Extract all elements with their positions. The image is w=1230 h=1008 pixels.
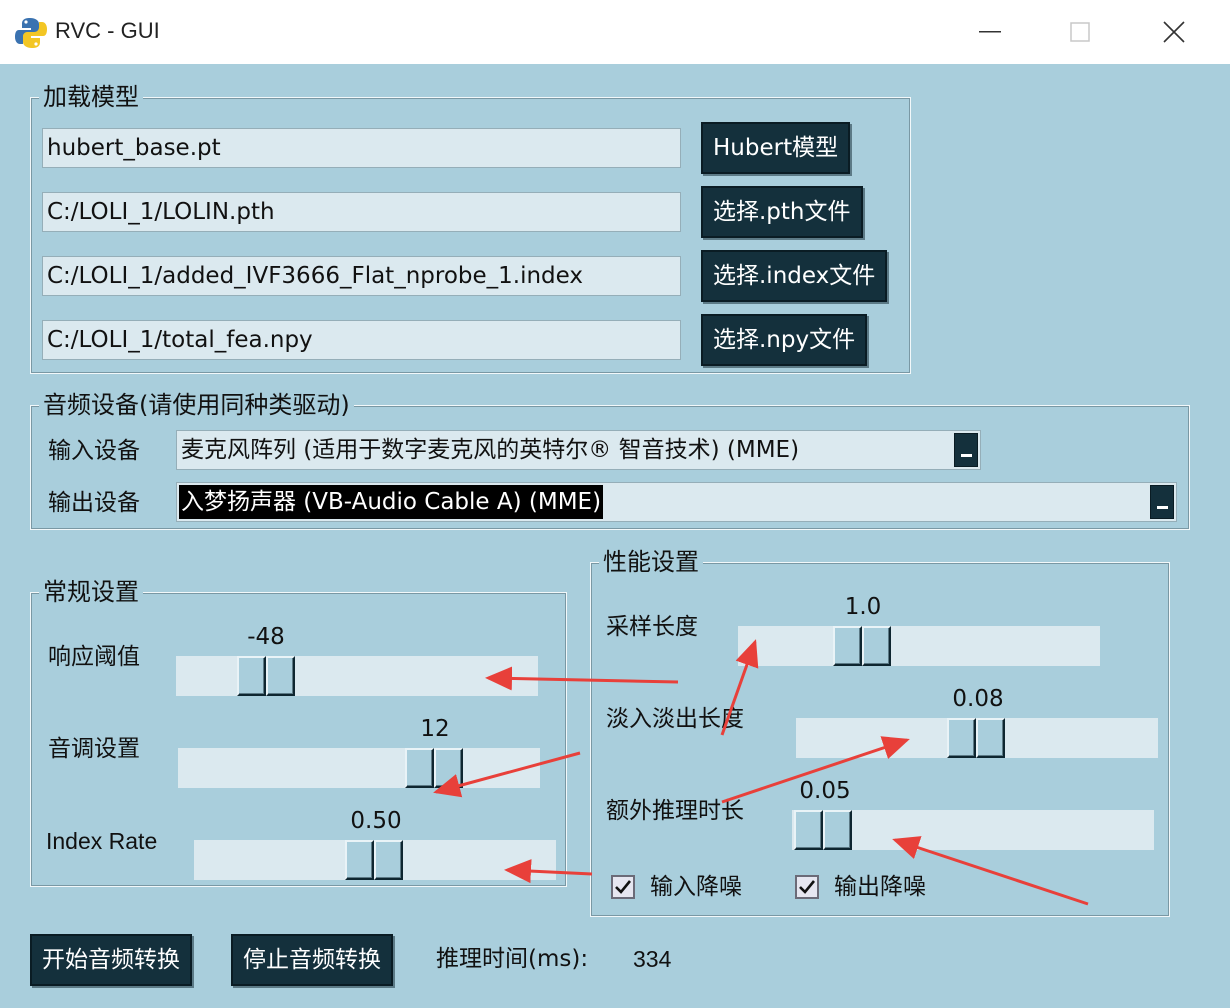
stop-conversion-button[interactable]: 停止音频转换 (231, 934, 393, 986)
inference-time-value: 334 (633, 946, 672, 972)
performance-settings-legend: 性能设置 (599, 547, 703, 577)
minimize-button[interactable] (970, 14, 1010, 50)
chevron-down-icon[interactable] (1150, 485, 1174, 519)
pitch-value: 12 (420, 716, 450, 742)
output-device-select[interactable]: 入梦扬声器 (VB-Audio Cable A) (MME) (176, 482, 1177, 522)
output-device-label: 输出设备 (48, 490, 140, 516)
npy-path-input[interactable]: C:/LOLI_1/total_fea.npy (42, 320, 681, 360)
start-conversion-button[interactable]: 开始音频转换 (30, 934, 192, 986)
select-index-button[interactable]: 选择.index文件 (701, 250, 888, 302)
fade-length-label: 淡入淡出长度 (606, 706, 744, 732)
index-rate-value: 0.50 (350, 808, 402, 834)
output-denoise-label: 输出降噪 (834, 874, 926, 900)
output-device-value: 入梦扬声器 (VB-Audio Cable A) (MME) (179, 485, 604, 519)
close-button[interactable] (1154, 14, 1194, 50)
pitch-slider-handle[interactable] (405, 748, 463, 788)
fade-length-value: 0.08 (952, 686, 1004, 712)
chevron-down-icon[interactable] (954, 433, 978, 467)
general-settings-legend: 常规设置 (39, 577, 143, 607)
input-denoise-checkbox[interactable] (611, 875, 635, 899)
index-rate-slider-handle[interactable] (345, 840, 403, 880)
index-rate-label: Index Rate (46, 828, 158, 854)
maximize-button[interactable] (1060, 14, 1100, 50)
title-bar: RVC - GUI (0, 0, 1230, 64)
extra-time-slider[interactable] (792, 810, 1154, 850)
threshold-label: 响应阈值 (48, 644, 140, 670)
select-npy-button[interactable]: 选择.npy文件 (701, 314, 868, 366)
checkmark-icon (615, 880, 632, 894)
input-device-label: 输入设备 (48, 438, 140, 464)
fade-length-slider[interactable] (796, 718, 1158, 758)
extra-time-label: 额外推理时长 (606, 798, 744, 824)
pth-path-input[interactable]: C:/LOLI_1/LOLIN.pth (42, 192, 681, 232)
inference-time-label: 推理时间(ms): (436, 946, 589, 972)
sample-length-value: 1.0 (844, 594, 882, 620)
output-denoise-checkbox[interactable] (795, 875, 819, 899)
threshold-slider[interactable] (176, 656, 538, 696)
pitch-slider[interactable] (178, 748, 540, 788)
extra-time-slider-handle[interactable] (794, 810, 852, 850)
threshold-slider-handle[interactable] (237, 656, 295, 696)
sample-length-slider[interactable] (738, 626, 1100, 666)
window-title: RVC - GUI (55, 18, 160, 43)
threshold-value: -48 (247, 624, 285, 650)
input-device-select[interactable]: 麦克风阵列 (适用于数字麦克风的英特尔® 智音技术) (MME) (176, 430, 981, 470)
checkmark-icon (799, 880, 816, 894)
python-icon (14, 16, 48, 50)
index-path-input[interactable]: C:/LOLI_1/added_IVF3666_Flat_nprobe_1.in… (42, 256, 681, 296)
load-model-legend: 加载模型 (39, 82, 143, 112)
index-rate-slider[interactable] (194, 840, 556, 880)
input-denoise-label: 输入降噪 (650, 874, 742, 900)
select-pth-button[interactable]: 选择.pth文件 (701, 186, 863, 238)
extra-time-value: 0.05 (799, 778, 851, 804)
pitch-label: 音调设置 (48, 736, 140, 762)
close-icon (1163, 21, 1185, 43)
input-device-value: 麦克风阵列 (适用于数字麦克风的英特尔® 智音技术) (MME) (181, 437, 800, 463)
hubert-model-button[interactable]: Hubert模型 (701, 122, 851, 174)
sample-length-label: 采样长度 (606, 614, 698, 640)
hubert-path-input[interactable]: hubert_base.pt (42, 128, 681, 168)
sample-length-slider-handle[interactable] (833, 626, 891, 666)
audio-device-legend: 音频设备(请使用同种类驱动) (39, 390, 354, 420)
fade-length-slider-handle[interactable] (947, 718, 1005, 758)
